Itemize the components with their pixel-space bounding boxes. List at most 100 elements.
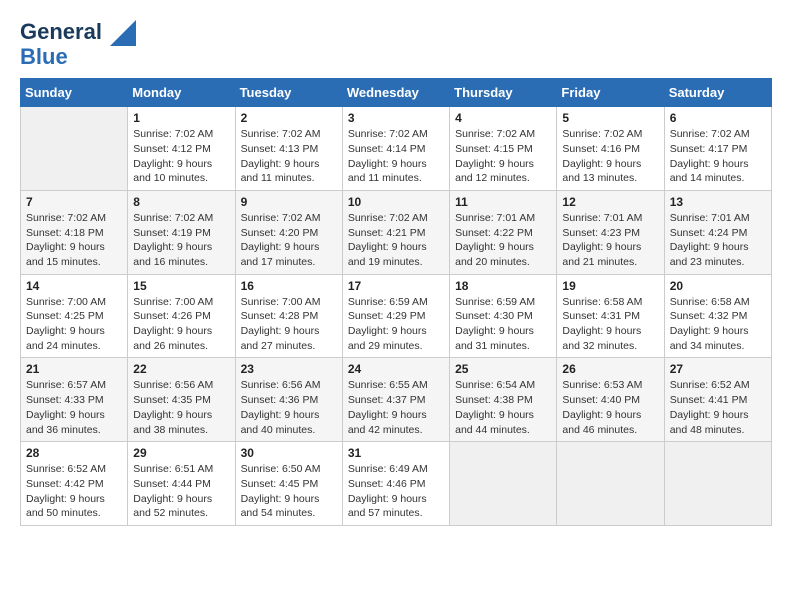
day-number: 24 xyxy=(348,362,444,376)
day-number: 30 xyxy=(241,446,337,460)
calendar-day-cell: 17 Sunrise: 6:59 AMSunset: 4:29 PMDayligh… xyxy=(342,274,449,358)
day-info: Sunrise: 7:00 AMSunset: 4:25 PMDaylight:… xyxy=(26,295,122,354)
day-info: Sunrise: 6:55 AMSunset: 4:37 PMDaylight:… xyxy=(348,378,444,437)
calendar-day-cell: 4 Sunrise: 7:02 AMSunset: 4:15 PMDaylight… xyxy=(450,107,557,191)
day-number: 27 xyxy=(670,362,766,376)
day-info: Sunrise: 7:02 AMSunset: 4:12 PMDaylight:… xyxy=(133,127,229,186)
calendar-day-cell xyxy=(557,442,664,526)
day-info: Sunrise: 6:54 AMSunset: 4:38 PMDaylight:… xyxy=(455,378,551,437)
logo-subtext: Blue xyxy=(20,46,138,68)
calendar-day-cell xyxy=(450,442,557,526)
calendar-day-cell: 1Sunrise: 7:02 AMSunset: 4:12 PMDaylight… xyxy=(128,107,235,191)
calendar-day-cell: 18 Sunrise: 6:59 AMSunset: 4:30 PMDayligh… xyxy=(450,274,557,358)
logo: General Blue xyxy=(20,20,138,68)
day-number: 10 xyxy=(348,195,444,209)
day-number: 21 xyxy=(26,362,122,376)
day-number: 18 xyxy=(455,279,551,293)
day-number: 15 xyxy=(133,279,229,293)
calendar-day-cell: 8 Sunrise: 7:02 AMSunset: 4:19 PMDaylight… xyxy=(128,190,235,274)
calendar-day-cell: 29 Sunrise: 6:51 AMSunset: 4:44 PMDayligh… xyxy=(128,442,235,526)
calendar-day-cell: 26 Sunrise: 6:53 AMSunset: 4:40 PMDayligh… xyxy=(557,358,664,442)
calendar-day-cell: 3 Sunrise: 7:02 AMSunset: 4:14 PMDaylight… xyxy=(342,107,449,191)
calendar-day-cell: 31 Sunrise: 6:49 AMSunset: 4:46 PMDayligh… xyxy=(342,442,449,526)
day-number: 23 xyxy=(241,362,337,376)
day-info: Sunrise: 7:00 AMSunset: 4:26 PMDaylight:… xyxy=(133,295,229,354)
calendar-weekday-header: Thursday xyxy=(450,79,557,107)
day-info: Sunrise: 7:02 AMSunset: 4:20 PMDaylight:… xyxy=(241,211,337,270)
calendar-week-row: 21 Sunrise: 6:57 AMSunset: 4:33 PMDayligh… xyxy=(21,358,772,442)
day-number: 9 xyxy=(241,195,337,209)
calendar-day-cell: 23 Sunrise: 6:56 AMSunset: 4:36 PMDayligh… xyxy=(235,358,342,442)
day-number: 4 xyxy=(455,111,551,125)
calendar-weekday-header: Monday xyxy=(128,79,235,107)
calendar-day-cell: 7 Sunrise: 7:02 AMSunset: 4:18 PMDaylight… xyxy=(21,190,128,274)
calendar-day-cell: 30 Sunrise: 6:50 AMSunset: 4:45 PMDayligh… xyxy=(235,442,342,526)
day-info: Sunrise: 6:57 AMSunset: 4:33 PMDaylight:… xyxy=(26,378,122,437)
calendar-day-cell: 21 Sunrise: 6:57 AMSunset: 4:33 PMDayligh… xyxy=(21,358,128,442)
day-number: 31 xyxy=(348,446,444,460)
calendar-header-row: SundayMondayTuesdayWednesdayThursdayFrid… xyxy=(21,79,772,107)
day-info: Sunrise: 6:52 AMSunset: 4:41 PMDaylight:… xyxy=(670,378,766,437)
day-info: Sunrise: 6:58 AMSunset: 4:31 PMDaylight:… xyxy=(562,295,658,354)
day-info: Sunrise: 6:52 AMSunset: 4:42 PMDaylight:… xyxy=(26,462,122,521)
day-number: 11 xyxy=(455,195,551,209)
day-info: Sunrise: 7:02 AMSunset: 4:13 PMDaylight:… xyxy=(241,127,337,186)
calendar-day-cell: 16 Sunrise: 7:00 AMSunset: 4:28 PMDayligh… xyxy=(235,274,342,358)
day-info: Sunrise: 7:02 AMSunset: 4:16 PMDaylight:… xyxy=(562,127,658,186)
calendar-day-cell: 19Sunrise: 6:58 AMSunset: 4:31 PMDayligh… xyxy=(557,274,664,358)
day-number: 3 xyxy=(348,111,444,125)
day-info: Sunrise: 7:01 AMSunset: 4:22 PMDaylight:… xyxy=(455,211,551,270)
day-info: Sunrise: 7:02 AMSunset: 4:14 PMDaylight:… xyxy=(348,127,444,186)
day-number: 20 xyxy=(670,279,766,293)
day-number: 29 xyxy=(133,446,229,460)
calendar-day-cell: 20 Sunrise: 6:58 AMSunset: 4:32 PMDayligh… xyxy=(664,274,771,358)
day-number: 16 xyxy=(241,279,337,293)
calendar-day-cell: 12 Sunrise: 7:01 AMSunset: 4:23 PMDayligh… xyxy=(557,190,664,274)
day-info: Sunrise: 6:50 AMSunset: 4:45 PMDaylight:… xyxy=(241,462,337,521)
calendar-day-cell: 9 Sunrise: 7:02 AMSunset: 4:20 PMDaylight… xyxy=(235,190,342,274)
day-number: 12 xyxy=(562,195,658,209)
day-info: Sunrise: 7:02 AMSunset: 4:17 PMDaylight:… xyxy=(670,127,766,186)
day-info: Sunrise: 6:59 AMSunset: 4:30 PMDaylight:… xyxy=(455,295,551,354)
day-number: 25 xyxy=(455,362,551,376)
calendar-week-row: 28 Sunrise: 6:52 AMSunset: 4:42 PMDayligh… xyxy=(21,442,772,526)
calendar-day-cell: 24 Sunrise: 6:55 AMSunset: 4:37 PMDayligh… xyxy=(342,358,449,442)
day-info: Sunrise: 7:01 AMSunset: 4:23 PMDaylight:… xyxy=(562,211,658,270)
day-number: 17 xyxy=(348,279,444,293)
day-number: 13 xyxy=(670,195,766,209)
day-number: 6 xyxy=(670,111,766,125)
calendar-body: 1Sunrise: 7:02 AMSunset: 4:12 PMDaylight… xyxy=(21,107,772,526)
day-info: Sunrise: 7:02 AMSunset: 4:21 PMDaylight:… xyxy=(348,211,444,270)
day-number: 5 xyxy=(562,111,658,125)
calendar-day-cell: 13Sunrise: 7:01 AMSunset: 4:24 PMDayligh… xyxy=(664,190,771,274)
calendar-day-cell: 2 Sunrise: 7:02 AMSunset: 4:13 PMDaylight… xyxy=(235,107,342,191)
day-info: Sunrise: 7:00 AMSunset: 4:28 PMDaylight:… xyxy=(241,295,337,354)
day-info: Sunrise: 7:02 AMSunset: 4:18 PMDaylight:… xyxy=(26,211,122,270)
day-number: 28 xyxy=(26,446,122,460)
calendar-weekday-header: Wednesday xyxy=(342,79,449,107)
logo-icon xyxy=(110,20,136,46)
calendar-day-cell: 11 Sunrise: 7:01 AMSunset: 4:22 PMDayligh… xyxy=(450,190,557,274)
calendar-day-cell: 27 Sunrise: 6:52 AMSunset: 4:41 PMDayligh… xyxy=(664,358,771,442)
calendar-weekday-header: Saturday xyxy=(664,79,771,107)
day-number: 7 xyxy=(26,195,122,209)
day-info: Sunrise: 6:58 AMSunset: 4:32 PMDaylight:… xyxy=(670,295,766,354)
day-number: 2 xyxy=(241,111,337,125)
calendar-weekday-header: Friday xyxy=(557,79,664,107)
calendar-day-cell: 22Sunrise: 6:56 AMSunset: 4:35 PMDayligh… xyxy=(128,358,235,442)
day-info: Sunrise: 6:59 AMSunset: 4:29 PMDaylight:… xyxy=(348,295,444,354)
day-info: Sunrise: 6:51 AMSunset: 4:44 PMDaylight:… xyxy=(133,462,229,521)
day-number: 26 xyxy=(562,362,658,376)
calendar-day-cell: 15 Sunrise: 7:00 AMSunset: 4:26 PMDayligh… xyxy=(128,274,235,358)
calendar-week-row: 1Sunrise: 7:02 AMSunset: 4:12 PMDaylight… xyxy=(21,107,772,191)
day-info: Sunrise: 6:53 AMSunset: 4:40 PMDaylight:… xyxy=(562,378,658,437)
calendar-day-cell: 6 Sunrise: 7:02 AMSunset: 4:17 PMDaylight… xyxy=(664,107,771,191)
day-info: Sunrise: 6:49 AMSunset: 4:46 PMDaylight:… xyxy=(348,462,444,521)
day-info: Sunrise: 7:02 AMSunset: 4:19 PMDaylight:… xyxy=(133,211,229,270)
calendar-day-cell: 10 Sunrise: 7:02 AMSunset: 4:21 PMDayligh… xyxy=(342,190,449,274)
page-header: General Blue xyxy=(20,20,772,68)
calendar-day-cell: 5 Sunrise: 7:02 AMSunset: 4:16 PMDaylight… xyxy=(557,107,664,191)
day-info: Sunrise: 6:56 AMSunset: 4:36 PMDaylight:… xyxy=(241,378,337,437)
day-number: 8 xyxy=(133,195,229,209)
day-info: Sunrise: 7:02 AMSunset: 4:15 PMDaylight:… xyxy=(455,127,551,186)
